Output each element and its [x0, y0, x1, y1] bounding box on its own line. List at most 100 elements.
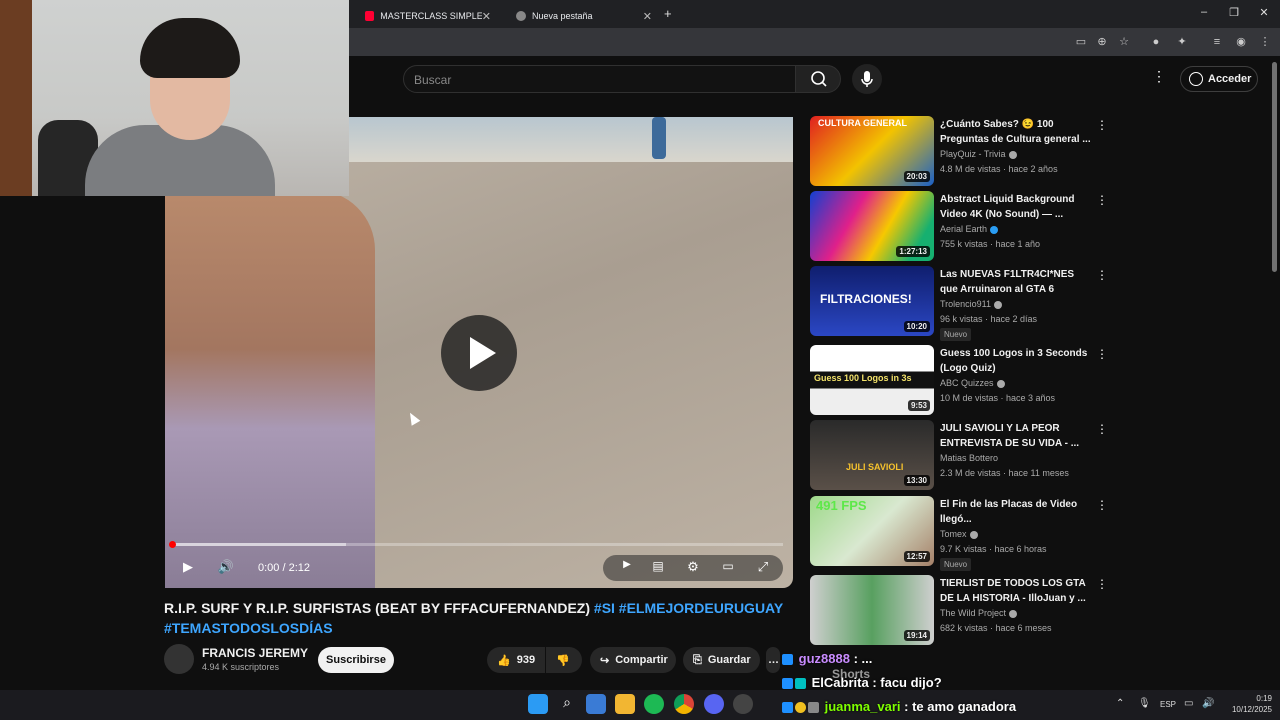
recommendation-meta: 755 k vistas · hace 1 año: [940, 239, 1041, 249]
share-label: Compartir: [615, 654, 668, 666]
recommendation-item[interactable]: 491 FPS 12:57 El Fin de las Placas de Vi…: [810, 496, 1110, 571]
recommendation-title: Guess 100 Logos in 3 Seconds (Logo Quiz): [940, 348, 1088, 374]
dislike-button[interactable]: 👎: [546, 647, 582, 673]
language-indicator[interactable]: ESP: [1160, 700, 1176, 709]
recommendation-item[interactable]: Guess 100 Logos in 3s 9:53 Guess 100 Log…: [810, 345, 1110, 415]
new-badge: Nuevo: [940, 558, 972, 571]
voice-search-button[interactable]: [852, 64, 882, 94]
signin-button[interactable]: Acceder: [1180, 66, 1258, 92]
windows-start-icon[interactable]: [528, 694, 548, 714]
channel-avatar[interactable]: [164, 644, 194, 674]
profile-icon[interactable]: ◉: [1233, 34, 1249, 50]
restore-icon[interactable]: ❐: [1224, 6, 1244, 19]
tab-label: MASTERCLASS SIMPLE (videocl: [380, 11, 482, 21]
more-options-icon[interactable]: ⋮: [1096, 193, 1108, 207]
recommendation-thumbnail[interactable]: 491 FPS 12:57: [810, 496, 934, 566]
more-options-icon[interactable]: ⋮: [1096, 577, 1108, 591]
recommendation-thumbnail[interactable]: 1:27:13: [810, 191, 934, 261]
network-icon[interactable]: ▭: [1184, 698, 1193, 709]
duration-badge: 10:20: [903, 321, 930, 332]
channel-label: Aerial Earth: [940, 224, 988, 234]
share-button[interactable]: ↪ Compartir: [590, 647, 676, 673]
recommendation-title: Las NUEVAS F1LTR4CI*NES que Arruinaron a…: [940, 269, 1075, 295]
video-hashtags-2[interactable]: #TEMASTODOSLOSDÍAS: [164, 620, 333, 636]
more-actions-button[interactable]: …: [766, 647, 780, 673]
close-window-icon[interactable]: ✕: [1254, 6, 1274, 19]
obs-icon[interactable]: [733, 694, 753, 714]
duration-badge: 19:14: [903, 630, 930, 641]
minimize-icon[interactable]: –: [1194, 6, 1214, 18]
recommendation-thumbnail[interactable]: Guess 100 Logos in 3s 9:53: [810, 345, 934, 415]
theater-mode-icon[interactable]: ▭: [718, 559, 738, 577]
microphone-tray-icon[interactable]: 🎙: [1138, 698, 1151, 709]
clock[interactable]: 0:19 10/12/2025: [1232, 693, 1272, 715]
subscribe-button[interactable]: Suscribirse: [318, 647, 394, 673]
page-scrollbar[interactable]: [1272, 62, 1277, 272]
video-hashtags[interactable]: #SI #ELMEJORDEURUGUAY: [594, 600, 783, 616]
recommendation-thumbnail[interactable]: JULI SAVIOLI 13:30: [810, 420, 934, 490]
search-icon[interactable]: ⌕: [557, 694, 577, 714]
play-pause-button[interactable]: ▶: [178, 559, 198, 577]
zoom-icon[interactable]: ⊕: [1094, 34, 1110, 50]
chat-badge-icon: [795, 678, 806, 690]
new-tab-button[interactable]: +: [664, 6, 672, 21]
search-icon: [811, 71, 827, 87]
file-explorer-icon[interactable]: [615, 694, 635, 714]
chat-username: juanma_vari: [824, 699, 901, 714]
chat-text: : ...: [853, 651, 873, 666]
more-options-icon[interactable]: ⋮: [1096, 118, 1108, 132]
more-options-icon[interactable]: ⋮: [1096, 268, 1108, 282]
close-tab-icon[interactable]: ✕: [643, 10, 652, 23]
save-button[interactable]: ⎘ Guardar: [683, 647, 760, 673]
store-icon[interactable]: [586, 694, 606, 714]
more-options-icon[interactable]: ⋮: [1096, 498, 1108, 512]
recommendation-meta: 2.3 M de vistas · hace 11 meses: [940, 468, 1069, 478]
recommendation-item[interactable]: FILTRACIONES! 10:20 Las NUEVAS F1LTR4CI*…: [810, 266, 1110, 341]
youtube-icon: [365, 11, 375, 21]
recommendation-thumbnail[interactable]: 19:14: [810, 575, 934, 645]
search-input[interactable]: Buscar: [403, 65, 796, 93]
recommendation-thumbnail[interactable]: CULTURA GENERAL 20:03: [810, 116, 934, 186]
fullscreen-icon[interactable]: ⤢: [753, 559, 773, 577]
spotify-icon[interactable]: [644, 694, 664, 714]
progress-scrubber[interactable]: [169, 541, 176, 548]
autoplay-toggle[interactable]: ▶: [617, 559, 637, 577]
tray-chevron-icon[interactable]: ⌃: [1116, 698, 1124, 709]
discord-icon[interactable]: [704, 694, 724, 714]
tab-new[interactable]: Nueva pestaña ✕: [500, 4, 660, 28]
recommendation-item[interactable]: 1:27:13 Abstract Liquid Background Video…: [810, 191, 1110, 261]
subtitles-icon[interactable]: ▤: [648, 559, 668, 577]
recommendation-item[interactable]: JULI SAVIOLI 13:30 JULI SAVIOLI Y LA PEO…: [810, 420, 1110, 490]
volume-tray-icon[interactable]: 🔊: [1202, 698, 1214, 709]
more-options-icon[interactable]: ⋮: [1096, 347, 1108, 361]
settings-menu-icon[interactable]: ⋮: [1152, 68, 1166, 85]
recommendation-item[interactable]: 19:14 TIERLIST DE TODOS LOS GTA DE LA HI…: [810, 575, 1110, 645]
recommendation-item[interactable]: CULTURA GENERAL 20:03 ¿Cuánto Sabes? 😉 1…: [810, 116, 1110, 186]
cast-icon[interactable]: ▭: [1073, 34, 1089, 50]
more-dots-icon: …: [768, 654, 779, 666]
recommendation-channel: Trolencio911: [940, 299, 1003, 309]
large-play-button[interactable]: [441, 315, 517, 391]
video-title-text: R.I.P. SURF Y R.I.P. SURFISTAS (BEAT BY …: [164, 600, 591, 616]
globe-icon: [990, 225, 999, 234]
like-button[interactable]: 👍 939: [487, 647, 545, 673]
thumbs-up-icon: 👍: [497, 654, 511, 667]
tab-youtube[interactable]: MASTERCLASS SIMPLE (videocl ✕: [349, 4, 499, 28]
extensions-icon[interactable]: ✦: [1174, 34, 1190, 50]
verified-icon: [969, 530, 978, 539]
settings-gear-icon[interactable]: ⚙: [683, 559, 703, 577]
recommendation-meta: 10 M de vistas · hace 3 años: [940, 393, 1056, 403]
bookmark-star-icon[interactable]: ☆: [1116, 34, 1132, 50]
chrome-icon[interactable]: [674, 694, 694, 714]
channel-name[interactable]: FRANCIS JEREMY: [202, 646, 308, 660]
extension-color-icon[interactable]: ●: [1148, 34, 1164, 50]
menu-dots-icon[interactable]: ⋮: [1257, 34, 1273, 50]
webcam-overlay: [0, 0, 349, 196]
search-button[interactable]: [795, 65, 841, 93]
recommendation-channel: Aerial Earth: [940, 224, 999, 234]
reading-list-icon[interactable]: ≡: [1209, 34, 1225, 50]
close-tab-icon[interactable]: ✕: [482, 10, 491, 23]
volume-icon[interactable]: 🔊: [216, 559, 236, 577]
more-options-icon[interactable]: ⋮: [1096, 422, 1108, 436]
recommendation-thumbnail[interactable]: FILTRACIONES! 10:20: [810, 266, 934, 336]
